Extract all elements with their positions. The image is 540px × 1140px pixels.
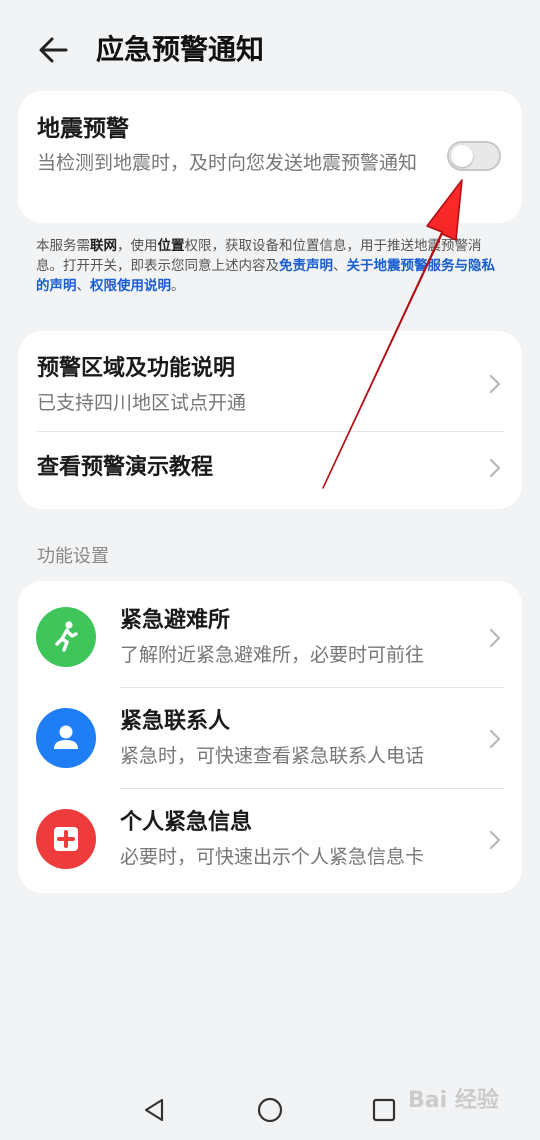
square-recents-icon — [372, 1098, 396, 1122]
watermark: Bai 经验 — [408, 1088, 499, 1113]
info-card: 预警区域及功能说明 已支持四川地区试点开通 查看预警演示教程 — [18, 331, 522, 509]
permission-usage-link[interactable]: 权限使用说明 — [90, 278, 171, 294]
nav-home-button[interactable] — [253, 1093, 287, 1127]
section-label-function-settings: 功能设置 — [37, 546, 109, 567]
earthquake-alert-description: 当检测到地震时，及时向您发送地震预警通知 — [37, 152, 418, 174]
demo-tutorial-title: 查看预警演示教程 — [37, 455, 214, 480]
notice-text-1: 本服务需 — [36, 238, 90, 254]
alert-region-title: 预警区域及功能说明 — [37, 356, 236, 381]
page-title: 应急预警通知 — [96, 33, 265, 66]
earthquake-alert-title: 地震预警 — [37, 116, 129, 142]
back-arrow-icon — [39, 37, 68, 63]
emergency-shelter-subtitle: 了解附近紧急避难所，必要时可前往 — [120, 644, 425, 666]
alert-region-row[interactable]: 预警区域及功能说明 已支持四川地区试点开通 — [18, 331, 522, 431]
earthquake-alert-card: 地震预警 当检测到地震时，及时向您发送地震预警通知 — [18, 91, 522, 223]
notice-end: 。 — [171, 278, 185, 294]
chevron-right-icon — [489, 830, 501, 850]
circle-home-icon — [257, 1097, 283, 1123]
app-header: 应急预警通知 — [0, 0, 540, 100]
chevron-right-icon — [489, 458, 501, 478]
notice-sep-2: 、 — [76, 278, 91, 294]
list-item-emergency-shelter[interactable]: 紧急避难所 了解附近紧急避难所，必要时可前往 — [18, 581, 522, 687]
running-person-icon — [36, 607, 96, 667]
function-settings-card: 紧急避难所 了解附近紧急避难所，必要时可前往 紧急联系人 紧急时，可快速查看紧急… — [18, 581, 522, 893]
notice-text-2: ，使用 — [117, 238, 158, 254]
triangle-back-icon — [144, 1098, 164, 1122]
toggle-knob — [451, 145, 473, 167]
back-button[interactable] — [34, 30, 74, 70]
person-icon — [36, 708, 96, 768]
emergency-contacts-subtitle: 紧急时，可快速查看紧急联系人电话 — [120, 745, 425, 767]
alert-region-subtitle: 已支持四川地区试点开通 — [37, 392, 247, 414]
earthquake-alert-toggle[interactable] — [447, 141, 501, 171]
list-item-personal-emergency-info[interactable]: 个人紧急信息 必要时，可快速出示个人紧急信息卡 — [18, 789, 522, 893]
emergency-contacts-title: 紧急联系人 — [120, 709, 231, 734]
medical-cross-icon — [36, 809, 96, 869]
notice-bold-location: 位置 — [157, 238, 185, 254]
notice-bold-network: 联网 — [90, 238, 117, 254]
chevron-right-icon — [489, 374, 501, 394]
notice-sep-1: 、 — [333, 258, 347, 274]
service-notice: 本服务需联网，使用位置权限，获取设备和位置信息，用于推送地震预警消息。打开开关，… — [36, 236, 506, 296]
nav-back-button[interactable] — [137, 1093, 171, 1127]
personal-emergency-info-subtitle: 必要时，可快速出示个人紧急信息卡 — [120, 846, 425, 868]
emergency-shelter-title: 紧急避难所 — [120, 608, 231, 633]
personal-emergency-info-title: 个人紧急信息 — [120, 810, 253, 835]
nav-recents-button[interactable] — [367, 1093, 401, 1127]
disclaimer-link[interactable]: 免责声明 — [279, 258, 333, 274]
demo-tutorial-row[interactable]: 查看预警演示教程 — [18, 432, 522, 509]
chevron-right-icon — [489, 628, 501, 648]
chevron-right-icon — [489, 729, 501, 749]
list-item-emergency-contacts[interactable]: 紧急联系人 紧急时，可快速查看紧急联系人电话 — [18, 688, 522, 788]
